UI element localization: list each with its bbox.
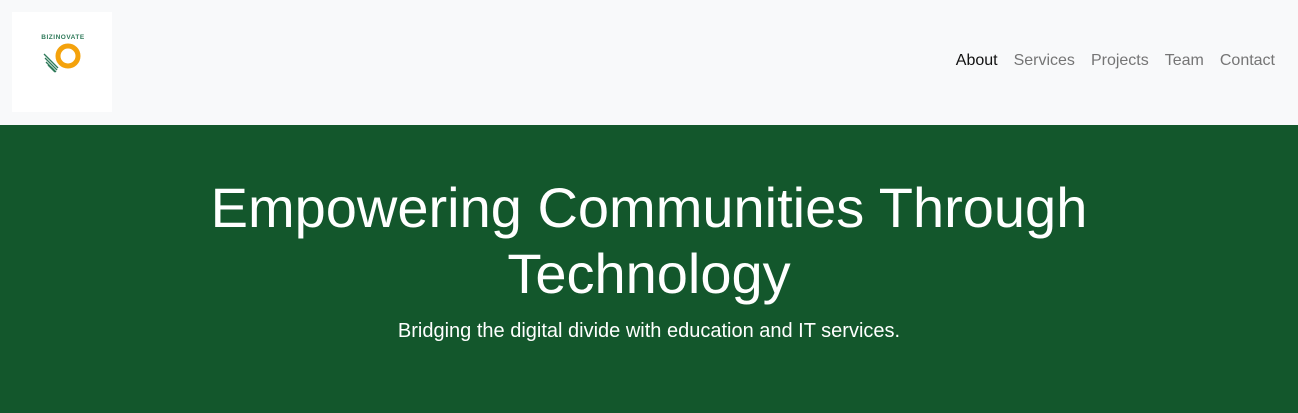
nav-link-projects[interactable]: Projects [1083,51,1157,71]
main-nav: About Services Projects Team Contact [948,51,1275,71]
nav-link-team[interactable]: Team [1157,51,1212,71]
logo-wordmark: BIZINOVATE [41,34,85,41]
navbar: BIZINOVATE About Services Projects Team … [0,0,1298,125]
nav-link-services[interactable]: Services [1006,51,1083,71]
hero-subtitle: Bridging the digital divide with educati… [397,320,901,342]
nav-link-about[interactable]: About [948,51,1006,71]
hero-section: Empowering Communities Through Technolog… [0,125,1298,413]
hero-title: Empowering Communities Through Technolog… [210,176,1088,305]
brand-logo-link[interactable]: BIZINOVATE [12,12,112,112]
nav-link-contact[interactable]: Contact [1212,51,1275,71]
logo-icon: BIZINOVATE [41,34,85,73]
